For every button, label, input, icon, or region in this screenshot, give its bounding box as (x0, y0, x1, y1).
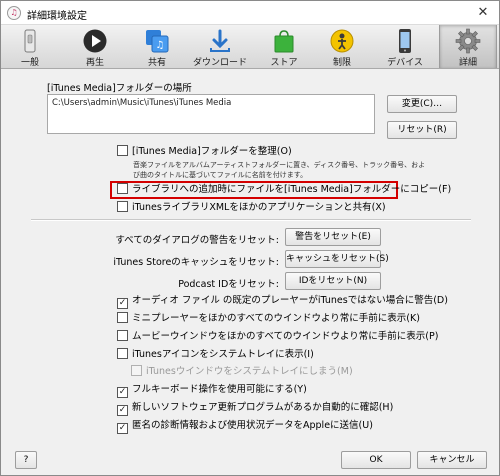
tray-icon-checkbox[interactable] (117, 348, 128, 359)
organize-folder-checkbox[interactable] (117, 145, 128, 156)
help-button[interactable]: ? (15, 451, 37, 469)
phone-switch-icon (24, 29, 36, 53)
download-arrow-icon (210, 29, 230, 52)
tab-advanced[interactable]: 詳細 (439, 25, 497, 68)
movie-top-label: ムービーウインドウをほかのすべてのウインドウより常に手前に表示(P) (132, 331, 439, 342)
tab-devices-label: デバイス (387, 58, 423, 68)
keyboard-nav-label: フルキーボード操作を使用可能にする(Y) (132, 384, 307, 395)
audio-warning-checkbox[interactable]: ✓ (117, 298, 128, 309)
tab-advanced-label: 詳細 (458, 58, 477, 68)
svg-text:♫: ♫ (156, 40, 165, 51)
miniplayer-top-checkbox[interactable] (117, 312, 128, 323)
copy-to-folder-label: ライブラリへの追加時にファイルを[iTunes Media]フォルダーにコピー(… (132, 184, 452, 195)
audio-warning-label: オーディオ ファイル の既定のプレーヤーがiTunesではない場合に警告(D) (132, 295, 448, 306)
advanced-pane: [iTunes Media]フォルダーの場所 C:\Users\admin\Mu… (1, 70, 499, 444)
shared-music-icon: ♫ (146, 30, 169, 53)
tab-devices[interactable]: デバイス (377, 25, 433, 68)
media-folder-location-label: [iTunes Media]フォルダーの場所 (47, 83, 192, 94)
share-xml-option[interactable]: iTunesライブラリXMLをほかのアプリケーションと共有(X) (117, 201, 386, 215)
tab-store[interactable]: ストア (259, 25, 309, 68)
minimize-tray-checkbox (131, 365, 142, 376)
section-divider (31, 219, 471, 221)
tab-store-label: ストア (270, 58, 298, 68)
tab-downloads[interactable]: ダウンロード (187, 25, 253, 68)
reset-store-cache-label: iTunes Storeのキャッシュをリセット: (113, 257, 279, 268)
miniplayer-top-label: ミニプレーヤーをほかのすべてのウインドウより常に手前に表示(K) (132, 313, 420, 324)
keyboard-nav-checkbox[interactable]: ✓ (117, 387, 128, 398)
tray-icon-label: iTunesアイコンをシステムトレイに表示(I) (132, 349, 314, 360)
audio-warning-option[interactable]: ✓ オーディオ ファイル の既定のプレーヤーがiTunesではない場合に警告(D) (117, 294, 448, 309)
iphone-icon (399, 29, 411, 53)
send-diagnostics-label: 匿名の診断情報および使用状況データをAppleに送信(U) (132, 420, 373, 431)
reset-store-cache-button[interactable]: キャッシュをリセット(S) (285, 250, 389, 268)
organize-folder-label: [iTunes Media]フォルダーを整理(O) (132, 146, 292, 157)
media-folder-path-field: C:\Users\admin\Music\iTunes\iTunes Media (47, 94, 375, 134)
tab-general-label: 一般 (20, 58, 39, 68)
check-updates-checkbox[interactable]: ✓ (117, 405, 128, 416)
itunes-app-icon: ♫ (7, 6, 21, 20)
copy-to-folder-option[interactable]: ライブラリへの追加時にファイルを[iTunes Media]フォルダーにコピー(… (117, 183, 451, 197)
check-updates-option[interactable]: ✓ 新しいソフトウェア更新プログラムがあるか自動的に確認(H) (117, 401, 394, 416)
copy-to-folder-checkbox[interactable] (117, 183, 128, 194)
tab-sharing[interactable]: ♫ 共有 (129, 25, 185, 68)
tab-sharing-label: 共有 (147, 58, 166, 68)
send-diagnostics-checkbox[interactable]: ✓ (117, 423, 128, 434)
tab-restrictions[interactable]: 制限 (317, 25, 367, 68)
keyboard-nav-option[interactable]: ✓ フルキーボード操作を使用可能にする(Y) (117, 383, 307, 398)
tab-general[interactable]: 一般 (5, 25, 55, 68)
close-icon[interactable]: ✕ (475, 5, 491, 21)
movie-top-checkbox[interactable] (117, 330, 128, 341)
ok-button[interactable]: OK (341, 451, 411, 469)
organize-folder-option[interactable]: [iTunes Media]フォルダーを整理(O) (117, 145, 292, 159)
tray-icon-option[interactable]: iTunesアイコンをシステムトレイに表示(I) (117, 348, 314, 362)
dialog-footer: ? OK キャンセル (1, 444, 499, 475)
minimize-tray-option: iTunesウインドウをシステムトレイにしまう(M) (131, 365, 353, 379)
tab-restrictions-label: 制限 (332, 58, 351, 68)
reset-warnings-label: すべてのダイアログの警告をリセット: (115, 235, 279, 246)
minimize-tray-label: iTunesウインドウをシステムトレイにしまう(M) (146, 366, 353, 377)
organize-folder-description: 音楽ファイルをアルバムアーティストフォルダーに置き、ディスク番号、トラック番号、… (133, 161, 426, 179)
send-diagnostics-option[interactable]: ✓ 匿名の診断情報および使用状況データをAppleに送信(U) (117, 419, 373, 434)
parental-control-icon (330, 29, 354, 53)
movie-top-option[interactable]: ムービーウインドウをほかのすべてのウインドウより常に手前に表示(P) (117, 330, 438, 344)
cancel-button[interactable]: キャンセル (417, 451, 487, 469)
title-bar: ♫ 詳細環境設定 ✕ (1, 1, 499, 25)
reset-folder-button[interactable]: リセット(R) (387, 121, 457, 139)
window-title: 詳細環境設定 (27, 11, 87, 22)
shopping-bag-icon (274, 30, 294, 53)
gear-icon (455, 28, 481, 54)
tab-downloads-label: ダウンロード (192, 58, 247, 68)
miniplayer-top-option[interactable]: ミニプレーヤーをほかのすべてのウインドウより常に手前に表示(K) (117, 312, 420, 326)
check-updates-label: 新しいソフトウェア更新プログラムがあるか自動的に確認(H) (132, 402, 394, 413)
tab-playback[interactable]: 再生 (67, 25, 123, 68)
reset-warnings-button[interactable]: 警告をリセット(E) (285, 228, 381, 246)
reset-podcast-id-label: Podcast IDをリセット: (178, 279, 279, 290)
share-xml-label: iTunesライブラリXMLをほかのアプリケーションと共有(X) (132, 202, 386, 213)
change-folder-button[interactable]: 変更(C)… (387, 95, 457, 113)
play-icon (83, 29, 107, 53)
tab-playback-label: 再生 (85, 58, 104, 68)
preferences-toolbar: 一般 再生 ♫ 共有 ダウンロード ストア 制限 デバイス 詳細 (1, 25, 499, 69)
reset-podcast-id-button[interactable]: IDをリセット(N) (285, 272, 381, 290)
share-xml-checkbox[interactable] (117, 201, 128, 212)
media-folder-path: C:\Users\admin\Music\iTunes\iTunes Media (52, 98, 232, 108)
preferences-window: ♫ 詳細環境設定 ✕ 一般 再生 ♫ 共有 ダウンロード ストア 制限 デバイス… (0, 0, 500, 476)
